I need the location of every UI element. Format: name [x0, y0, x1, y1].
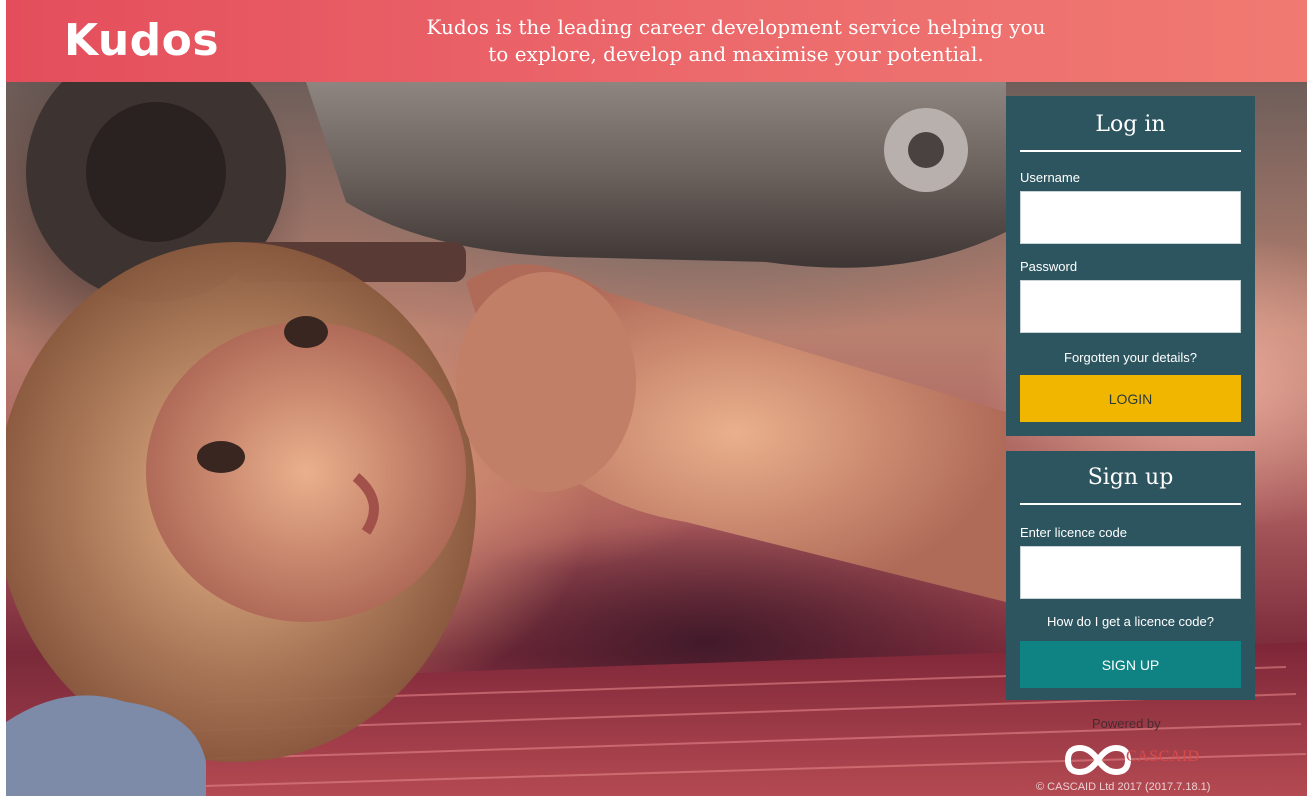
signup-panel: Sign up Enter licence code How do I get …	[1006, 451, 1255, 700]
login-title-divider	[1020, 150, 1241, 152]
signup-button[interactable]: SIGN UP	[1020, 641, 1241, 688]
wheel-hub	[86, 102, 226, 242]
licence-code-input[interactable]	[1020, 546, 1241, 599]
licence-code-help-link[interactable]: How do I get a licence code?	[1006, 614, 1255, 630]
tagline-line-2: to explore, develop and maximise your po…	[488, 42, 984, 66]
tagline-line-1: Kudos is the leading career development …	[426, 15, 1046, 39]
eye-lower	[197, 441, 245, 473]
cascaid-brand[interactable]: CASCAID	[1126, 748, 1200, 766]
face	[146, 322, 466, 622]
password-label: Password	[1020, 259, 1078, 274]
hand	[456, 272, 636, 492]
header-bar: Kudos Kudos is the leading career develo…	[6, 0, 1307, 82]
version-text: © CASCAID Ltd 2017 (2017.7.18.1)	[1036, 781, 1211, 793]
bolt-socket	[908, 132, 944, 168]
password-input[interactable]	[1020, 280, 1241, 333]
eye-upper	[284, 316, 328, 348]
login-panel: Log in Username Password Forgotten your …	[1006, 96, 1255, 436]
username-input[interactable]	[1020, 191, 1241, 244]
licence-code-label: Enter licence code	[1020, 525, 1127, 540]
login-button[interactable]: LOGIN	[1020, 375, 1241, 422]
page: Kudos Kudos is the leading career develo…	[6, 0, 1307, 796]
powered-by-label: Powered by	[1092, 716, 1161, 731]
signup-title: Sign up	[1087, 465, 1174, 490]
header-tagline: Kudos is the leading career development …	[366, 14, 1106, 68]
kudos-logo[interactable]: Kudos	[64, 12, 219, 70]
login-title: Log in	[1095, 112, 1166, 137]
username-label: Username	[1020, 170, 1080, 185]
signup-title-divider	[1020, 503, 1241, 505]
forgotten-details-link[interactable]: Forgotten your details?	[1006, 350, 1255, 366]
